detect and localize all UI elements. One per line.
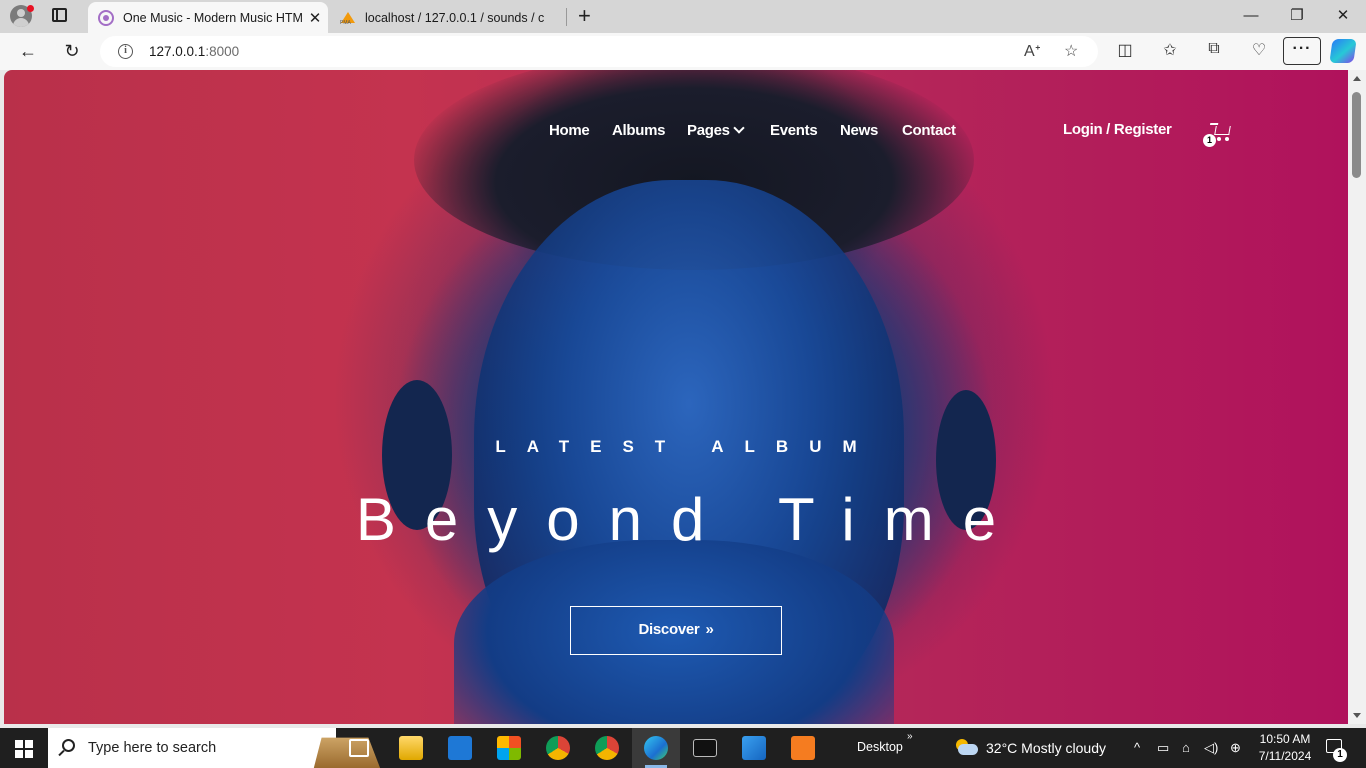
discover-label: Discover [638,621,700,638]
search-icon [62,739,75,752]
nav-pages-label: Pages [687,122,730,139]
windows-start-icon[interactable] [15,740,33,758]
notification-count-badge: 1 [1333,748,1347,762]
refresh-icon[interactable]: ↻ [58,38,86,64]
windows-taskbar: Type here to search Desktop » 32°C Mostl… [0,728,1366,768]
window-close-icon[interactable]: ✕ [1320,0,1366,32]
page-viewport: Home Albums Pages Events News Contact Lo… [4,70,1348,724]
clock-date: 7/11/2024 [1258,749,1312,763]
volume-icon[interactable]: ◁) [1204,740,1218,756]
nav-events[interactable]: Events [770,122,818,139]
nav-albums[interactable]: Albums [612,122,666,139]
xampp-icon[interactable] [791,736,815,760]
settings-menu-icon[interactable]: ··· [1283,37,1321,65]
battery-icon[interactable]: ▭ [1157,740,1169,756]
minimize-icon[interactable]: — [1228,0,1274,32]
search-highlight-image [313,737,381,768]
copilot-icon[interactable] [1329,39,1357,63]
browser-tab-strip: One Music - Modern Music HTML ✕ localhos… [0,0,1366,33]
cart-count-badge: 1 [1203,134,1216,147]
terminal-icon[interactable] [693,739,717,757]
clock-time: 10:50 AM [1259,732,1311,746]
cart-wheel [1217,137,1221,141]
url-host: 127.0.0.1 [149,44,206,59]
tab-title: One Music - Modern Music HTML [123,10,302,25]
nav-pages[interactable]: Pages [687,122,745,139]
url-port: :8000 [205,44,240,59]
desktop-toolbar-chevron-icon[interactable]: » [907,731,913,742]
scroll-up-arrow-icon[interactable] [1353,76,1361,81]
chrome-profile-icon[interactable] [595,736,619,760]
cart-wheel [1225,137,1229,141]
chrome-icon[interactable] [546,736,570,760]
vscode-icon[interactable] [742,736,766,760]
address-url[interactable]: 127.0.0.1:8000 [149,44,239,59]
address-bar[interactable]: i 127.0.0.1:8000 Aᐩ ☆ [100,36,1098,67]
tab-actions-icon[interactable] [52,8,67,22]
network-icon[interactable]: ⌂ [1182,740,1190,755]
tab-phpmyadmin[interactable]: localhost / 127.0.0.1 / sounds / c [330,2,564,33]
phpmyadmin-favicon-icon [340,10,356,26]
task-view-icon[interactable] [349,739,369,757]
scrollbar-thumb[interactable] [1352,92,1361,178]
collections-icon[interactable]: ⧉ [1202,40,1226,58]
tab-close-icon[interactable]: ✕ [302,9,328,27]
desktop-toolbar-label[interactable]: Desktop [857,740,903,754]
browser-essentials-icon[interactable]: ♡ [1247,40,1271,60]
login-register-link[interactable]: Login / Register [1063,121,1172,138]
mail-icon[interactable] [448,736,472,760]
cart-basket [1214,126,1231,135]
tab-one-music[interactable]: One Music - Modern Music HTML ✕ [88,2,328,33]
nav-contact[interactable]: Contact [902,122,956,139]
favorites-icon[interactable]: ✩ [1158,40,1182,60]
profile-notification-dot [27,5,34,12]
site-info-icon[interactable]: i [118,44,133,59]
taskbar-search[interactable]: Type here to search [48,728,381,768]
browser-toolbar: ← ↻ i 127.0.0.1:8000 Aᐩ ☆ ◫ ✩ ⧉ ♡ ··· [0,33,1366,70]
chevron-down-icon [733,122,745,134]
weather-text[interactable]: 32°C Mostly cloudy [986,740,1106,756]
hero-kicker: LATEST ALBUM [495,437,878,456]
weather-cloud-icon[interactable] [954,739,978,755]
back-arrow-icon[interactable]: ← [14,38,42,64]
file-explorer-icon[interactable] [399,736,423,760]
tab-separator [566,8,567,26]
system-clock[interactable]: 10:50 AM 7/11/2024 [1250,731,1320,765]
nav-news[interactable]: News [840,122,878,139]
discover-button[interactable]: Discover » [570,606,782,655]
hero-title: Beyond Time [355,486,1026,553]
tab-title: localhost / 127.0.0.1 / sounds / c [365,10,545,25]
language-globe-icon[interactable]: ⊕ [1230,740,1241,756]
double-chevron-right-icon: » [705,621,714,638]
music-site-favicon-icon [98,9,114,26]
site-navigation: Home Albums Pages Events News Contact Lo… [4,121,1348,146]
split-screen-icon[interactable]: ◫ [1113,40,1137,60]
page-scrollbar[interactable] [1348,70,1366,724]
tray-overflow-icon[interactable]: ^ [1134,740,1140,755]
new-tab-icon[interactable]: + [578,3,591,29]
microsoft-store-icon[interactable] [497,736,521,760]
edge-icon[interactable] [644,736,668,760]
favorite-star-icon[interactable]: ☆ [1064,41,1078,61]
search-placeholder: Type here to search [88,740,217,756]
maximize-icon[interactable]: ❐ [1274,0,1320,32]
scroll-down-arrow-icon[interactable] [1353,713,1361,718]
nav-home[interactable]: Home [549,122,590,139]
read-aloud-icon[interactable]: Aᐩ [1024,41,1041,61]
